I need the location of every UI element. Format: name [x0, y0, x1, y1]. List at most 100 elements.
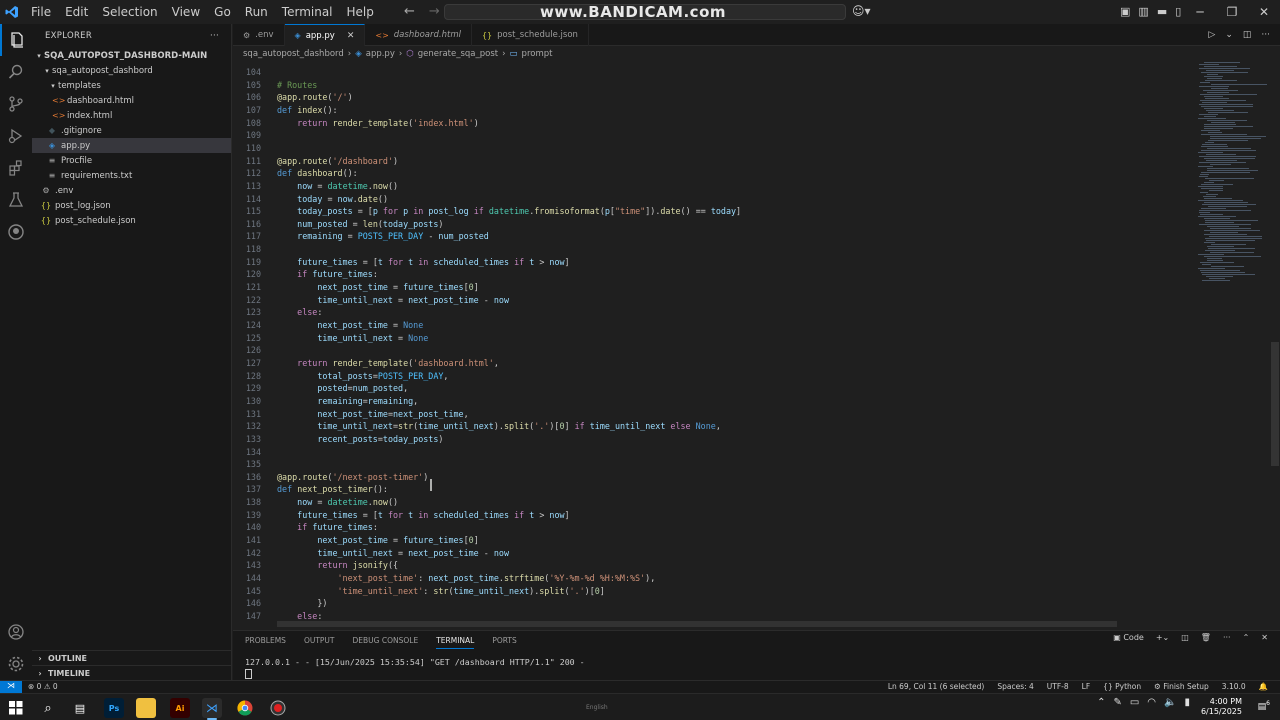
- vscode-taskbar-icon[interactable]: ⋊: [202, 698, 222, 718]
- more-actions-icon[interactable]: ···: [1223, 633, 1231, 642]
- tree-item-file[interactable]: {} post_schedule.json: [32, 213, 231, 228]
- code-line[interactable]: 120 if future_times:: [233, 268, 1183, 281]
- menu-edit[interactable]: Edit: [58, 0, 95, 24]
- outline-section[interactable]: › OUTLINE: [32, 650, 232, 665]
- toggle-panel-icon[interactable]: ▬: [1157, 0, 1167, 24]
- source-control-icon[interactable]: [0, 88, 32, 120]
- code-line[interactable]: 134: [233, 446, 1183, 459]
- code-line[interactable]: 141 next_post_time = future_times[0]: [233, 534, 1183, 547]
- scrollbar-thumb[interactable]: [1271, 342, 1279, 466]
- add-terminal-icon[interactable]: +⌄: [1156, 633, 1169, 642]
- toggle-secondary-sidebar-icon[interactable]: ▯: [1175, 0, 1181, 24]
- code-line[interactable]: 137 def next_post_timer():: [233, 483, 1183, 496]
- tab-problems[interactable]: PROBLEMS: [245, 633, 286, 649]
- chevron-up-icon[interactable]: ⌃: [1097, 697, 1105, 708]
- code-line[interactable]: 114 today = now.date(): [233, 193, 1183, 206]
- tab-debug-console[interactable]: DEBUG CONSOLE: [353, 633, 419, 649]
- breadcrumb-item[interactable]: sqa_autopost_dashbord: [243, 49, 344, 59]
- maximize-panel-icon[interactable]: ⌃: [1243, 633, 1250, 642]
- code-line[interactable]: 139 future_times = [t for t in scheduled…: [233, 509, 1183, 522]
- clock[interactable]: 4:00 PM 6/15/2025: [1201, 697, 1242, 717]
- code-line[interactable]: 138 now = datetime.now(): [233, 496, 1183, 509]
- tab-dashboard-html[interactable]: <> dashboard.html: [365, 24, 472, 46]
- network-icon[interactable]: ▭: [1130, 697, 1139, 708]
- notification-icon[interactable]: ▤6: [1258, 700, 1270, 712]
- code-line[interactable]: 122 time_until_next = next_post_time - n…: [233, 294, 1183, 307]
- breadcrumb-item[interactable]: prompt: [522, 49, 553, 59]
- code-line[interactable]: 121 next_post_time = future_times[0]: [233, 281, 1183, 294]
- chrome-icon[interactable]: [235, 698, 255, 718]
- close-icon[interactable]: ✕: [1261, 633, 1268, 642]
- language-mode[interactable]: {} Python: [1103, 682, 1141, 691]
- minimap[interactable]: [1190, 62, 1270, 625]
- windows-start-icon[interactable]: [6, 698, 26, 718]
- code-line[interactable]: 128 total_posts=POSTS_PER_DAY,: [233, 370, 1183, 383]
- line-ending[interactable]: LF: [1082, 682, 1091, 691]
- code-line[interactable]: 110: [233, 142, 1183, 155]
- bandicam-record-icon[interactable]: [268, 698, 288, 718]
- tree-item-file[interactable]: ◆ .gitignore: [32, 123, 231, 138]
- code-line[interactable]: 125 time_until_next = None: [233, 332, 1183, 345]
- github-icon[interactable]: [0, 216, 32, 248]
- code-line[interactable]: 142 time_until_next = next_post_time - n…: [233, 547, 1183, 560]
- extensions-icon[interactable]: [0, 152, 32, 184]
- remote-icon[interactable]: ⋊: [0, 681, 22, 693]
- gear-icon[interactable]: [0, 648, 32, 680]
- tab-terminal[interactable]: TERMINAL: [436, 633, 475, 649]
- more-actions-icon[interactable]: ···: [210, 31, 219, 41]
- task-view-icon[interactable]: ▤: [70, 698, 90, 718]
- explorer-icon[interactable]: [0, 24, 32, 56]
- tab-post-schedule-json[interactable]: {} post_schedule.json: [472, 24, 589, 46]
- bell-icon[interactable]: 🔔: [1259, 682, 1268, 691]
- code-line[interactable]: 118: [233, 243, 1183, 256]
- code-line[interactable]: 107 def index():: [233, 104, 1183, 117]
- photoshop-icon[interactable]: Ps: [104, 698, 124, 718]
- pen-icon[interactable]: ✎: [1113, 697, 1121, 708]
- file-explorer-icon[interactable]: [136, 698, 156, 718]
- timeline-section[interactable]: › TIMELINE: [32, 665, 232, 680]
- python-version[interactable]: 3.10.0: [1222, 682, 1246, 691]
- tree-item-file[interactable]: ⚙ .env: [32, 183, 231, 198]
- code-line[interactable]: 132 time_until_next=str(time_until_next)…: [233, 420, 1183, 433]
- code-line[interactable]: 115 today_posts = [p for p in post_log i…: [233, 205, 1183, 218]
- code-line[interactable]: 135: [233, 458, 1183, 471]
- terminal-selector[interactable]: ▣ Code: [1113, 633, 1144, 642]
- horizontal-scrollbar[interactable]: [277, 621, 1117, 627]
- workspace-root[interactable]: ▾ SQA_AUTOPOST_DASHBORD-MAIN: [32, 48, 231, 63]
- restore-icon[interactable]: ❐: [1216, 0, 1248, 24]
- tree-item-folder[interactable]: ▾ sqa_autopost_dashbord: [32, 63, 231, 78]
- menu-terminal[interactable]: Terminal: [275, 0, 340, 24]
- code-line[interactable]: 127 return render_template('dashboard.ht…: [233, 357, 1183, 370]
- cursor-position[interactable]: Ln 69, Col 11 (6 selected): [888, 682, 985, 691]
- trash-icon[interactable]: 🗑: [1201, 633, 1211, 642]
- code-line[interactable]: 140 if future_times:: [233, 521, 1183, 534]
- code-line[interactable]: 112 def dashboard():: [233, 167, 1183, 180]
- code-line[interactable]: 145 'time_until_next': str(time_until_ne…: [233, 585, 1183, 598]
- close-window-icon[interactable]: ✕: [1248, 0, 1280, 24]
- language-indicator[interactable]: English: [586, 704, 608, 711]
- toggle-sidebar-icon[interactable]: ▣: [1120, 0, 1130, 24]
- breadcrumb-item[interactable]: app.py: [366, 49, 395, 59]
- tab-app-py[interactable]: ◈ app.py ✕: [284, 24, 366, 46]
- tree-item-file[interactable]: ≡ Procfile: [32, 153, 231, 168]
- forward-arrow-icon[interactable]: →: [429, 0, 440, 24]
- code-line[interactable]: 117 remaining = POSTS_PER_DAY - num_post…: [233, 230, 1183, 243]
- code-line[interactable]: 130 remaining=remaining,: [233, 395, 1183, 408]
- code-line[interactable]: 105 # Routes: [233, 79, 1183, 92]
- run-debug-icon[interactable]: [0, 120, 32, 152]
- split-editor-icon[interactable]: ◫: [1243, 24, 1252, 46]
- search-icon[interactable]: [0, 56, 32, 88]
- code-line[interactable]: 131 next_post_time=next_post_time,: [233, 408, 1183, 421]
- code-line[interactable]: 109: [233, 129, 1183, 142]
- code-line[interactable]: 129 posted=num_posted,: [233, 382, 1183, 395]
- chevron-down-icon[interactable]: ⌄: [1225, 24, 1233, 46]
- code-line[interactable]: 143 return jsonify({: [233, 559, 1183, 572]
- tree-item-file[interactable]: <> dashboard.html: [32, 93, 231, 108]
- menu-run[interactable]: Run: [238, 0, 275, 24]
- toggle-primary-sidebar-icon[interactable]: ▥: [1138, 0, 1148, 24]
- indentation[interactable]: Spaces: 4: [997, 682, 1033, 691]
- copilot-icon[interactable]: ☺▾: [852, 4, 871, 18]
- split-terminal-icon[interactable]: ◫: [1181, 633, 1189, 642]
- code-line[interactable]: 119 future_times = [t for t in scheduled…: [233, 256, 1183, 269]
- back-arrow-icon[interactable]: ←: [404, 0, 415, 24]
